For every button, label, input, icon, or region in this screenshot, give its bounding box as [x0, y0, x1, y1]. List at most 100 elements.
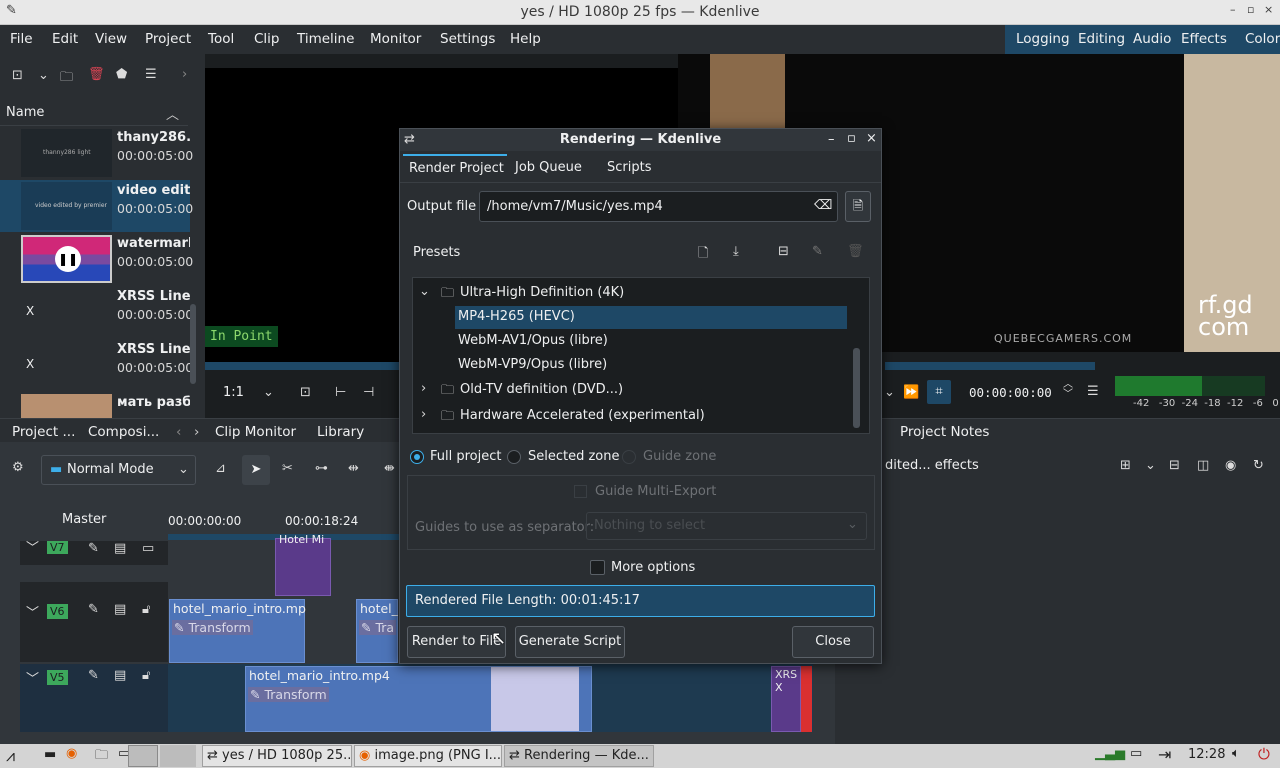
film-icon[interactable]: ▤ [114, 668, 126, 683]
desktop-icon[interactable]: ▬ [44, 747, 56, 762]
generate-script-button[interactable]: Generate Script [515, 626, 625, 658]
preset-item[interactable]: MP4-H265 (HEVC) [455, 306, 847, 329]
bin-item[interactable]: ❚❚ watermark 00:00:05:00 [0, 233, 193, 285]
menu-timeline[interactable]: Timeline [297, 31, 354, 47]
track-header[interactable]: ﹀ V5 ✎ ▤ 🔓︎ [20, 664, 168, 732]
tab-job-queue[interactable]: Job Queue [515, 160, 582, 175]
bin-column-header[interactable]: Name ︿ [0, 100, 188, 126]
preset-group[interactable]: › 🗀 Old-TV definition (DVD...) [413, 379, 847, 401]
edit-icon[interactable]: ✎ [812, 244, 823, 259]
save-icon[interactable]: ⊟ [1169, 458, 1180, 473]
minimize-icon[interactable]: – [1230, 3, 1236, 16]
workspace-effects[interactable]: Effects [1181, 31, 1227, 47]
fit-zoom-icon[interactable]: ⊡ [300, 385, 311, 400]
close-button[interactable]: Close [792, 626, 874, 658]
close-dialog-icon[interactable]: × [866, 131, 877, 146]
zoom-select[interactable]: 1:1 [223, 385, 244, 400]
radio-selected-zone[interactable] [507, 450, 521, 464]
delete-icon[interactable]: 🗑 [88, 67, 105, 82]
reset-icon[interactable]: ↻ [1253, 458, 1264, 473]
menu-clip[interactable]: Clip [254, 31, 280, 47]
radio-full-project[interactable] [410, 450, 424, 464]
project-monitor-ruler[interactable] [885, 362, 1280, 370]
timeline-clip[interactable] [801, 666, 812, 732]
radio-guide-zone[interactable] [622, 450, 636, 464]
task-image-viewer[interactable]: ◉ image.png (PNG I... [354, 745, 502, 767]
maximize-icon[interactable]: ▫ [847, 131, 856, 146]
collapse-icon[interactable]: ﹀ [26, 537, 39, 556]
split-icon[interactable]: ◫ [1197, 458, 1209, 473]
timeline-clip[interactable]: hotel_mario_intro.mp ✎ Transform [169, 599, 306, 663]
bin-item[interactable]: X XRSS Liner 00:00:05:00 [0, 286, 193, 338]
minimize-icon[interactable]: – [828, 132, 835, 147]
select-tool-icon[interactable]: ➤ [242, 455, 270, 485]
maximize-icon[interactable]: ▫ [1247, 3, 1254, 16]
timeline-clip[interactable]: XRS X [771, 666, 801, 732]
menu-file[interactable]: File [10, 31, 33, 47]
timeline-clip[interactable]: hotel_mario_intro.mp4 ✎ Transform [245, 666, 592, 732]
tab-clip-monitor[interactable]: Clip Monitor [215, 424, 296, 440]
edit-mode-select[interactable]: ▬ Normal Mode ⌄ [41, 455, 196, 485]
chevron-down-icon[interactable]: ⌄ [1145, 458, 1156, 473]
menu-help[interactable]: Help [510, 31, 541, 47]
workspace-color[interactable]: Color [1245, 31, 1280, 47]
lock-icon[interactable]: ▭ [142, 541, 154, 556]
track-header[interactable]: ﹀ V7 ✎ ▤ ▭ [20, 541, 168, 565]
tab-project[interactable]: Project ... [12, 424, 75, 440]
bin-item[interactable]: X XRSS Liner 00:00:05:00 [0, 339, 193, 391]
preset-group[interactable]: › 🗀 Hardware Accelerated (experimental) [413, 405, 847, 427]
output-file-input[interactable]: /home/vm7/Music/yes.mp4 ⌫ [479, 191, 838, 222]
file-browse-icon[interactable]: 🗎 [845, 191, 871, 222]
more-options-checkbox[interactable] [590, 560, 605, 575]
lock-icon[interactable]: 🔓︎ [142, 602, 150, 617]
workspace-1-icon[interactable] [128, 745, 158, 767]
network-icon[interactable]: ▭ [1130, 746, 1142, 761]
close-window-icon[interactable]: × [1264, 3, 1273, 16]
workspace-logging[interactable]: Logging [1016, 31, 1070, 47]
multicam-icon[interactable]: ⊿ [215, 461, 226, 476]
guides-select[interactable]: Nothing to select ⌄ [586, 512, 867, 540]
menu-view[interactable]: View [95, 31, 127, 47]
download-icon[interactable]: ⤓ [733, 244, 739, 259]
tag-icon[interactable]: ⬟ [116, 67, 127, 82]
effect-icon[interactable]: ✎ [88, 541, 99, 556]
preset-scrollbar[interactable] [853, 348, 860, 428]
sort-icon[interactable]: ︿ [166, 104, 179, 123]
tab-scripts[interactable]: Scripts [607, 160, 651, 175]
guide-multi-export-checkbox[interactable] [574, 485, 587, 498]
collapse-icon[interactable]: ﹀ [26, 602, 39, 621]
tab-compositions[interactable]: Composi... [88, 424, 159, 440]
forward-icon[interactable]: ⏩ [903, 385, 919, 400]
save-preset-icon[interactable]: ⊟ [778, 244, 789, 259]
eye-icon[interactable]: ◉ [1225, 458, 1236, 473]
chevron-down-icon[interactable]: ⌄ [884, 385, 895, 400]
bin-item[interactable]: video edited by premier video edite 00:0… [0, 180, 193, 232]
track-header[interactable]: ﹀ V6 ✎ ▤ 🔓︎ [20, 582, 168, 662]
timeline-settings-icon[interactable]: ⚙ [12, 460, 24, 475]
timeline-clip[interactable]: Hotel Mi [275, 533, 331, 596]
preset-item[interactable]: WebM-AV1/Opus (libre) [455, 330, 847, 353]
hamburger-menu-icon[interactable]: ☰ [1087, 384, 1099, 399]
menu-edit[interactable]: Edit [52, 31, 78, 47]
menu-monitor[interactable]: Monitor [370, 31, 421, 47]
timecode-display[interactable]: 00:00:00:00 [969, 385, 1052, 400]
slip-tool-icon[interactable]: ⇼ [384, 461, 395, 476]
film-icon[interactable]: ▤ [114, 602, 126, 617]
workspace-audio[interactable]: Audio [1133, 31, 1171, 47]
bin-item[interactable]: мать разб [0, 392, 190, 420]
crop-icon[interactable]: ⌗ [927, 380, 951, 404]
tab-render-project[interactable]: Render Project [403, 154, 507, 182]
workspace-2-icon[interactable] [160, 745, 196, 767]
start-menu-icon[interactable]: ⩘ [6, 746, 15, 766]
preset-item[interactable]: WebM-VP9/Opus (libre) [455, 354, 847, 377]
chevron-right-icon[interactable]: › [194, 424, 199, 440]
ripple-tool-icon[interactable]: ⇹ [348, 461, 359, 476]
menu-project[interactable]: Project [145, 31, 191, 47]
collapse-icon[interactable]: ﹀ [26, 668, 39, 687]
clock[interactable]: 12:28 [1188, 747, 1225, 762]
effect-icon[interactable]: ✎ [88, 668, 99, 683]
effect-icon[interactable]: ✎ [88, 602, 99, 617]
workspace-editing[interactable]: Editing [1078, 31, 1125, 47]
chevron-left-icon[interactable]: ‹ [176, 424, 181, 440]
bin-scrollbar[interactable] [190, 304, 196, 384]
